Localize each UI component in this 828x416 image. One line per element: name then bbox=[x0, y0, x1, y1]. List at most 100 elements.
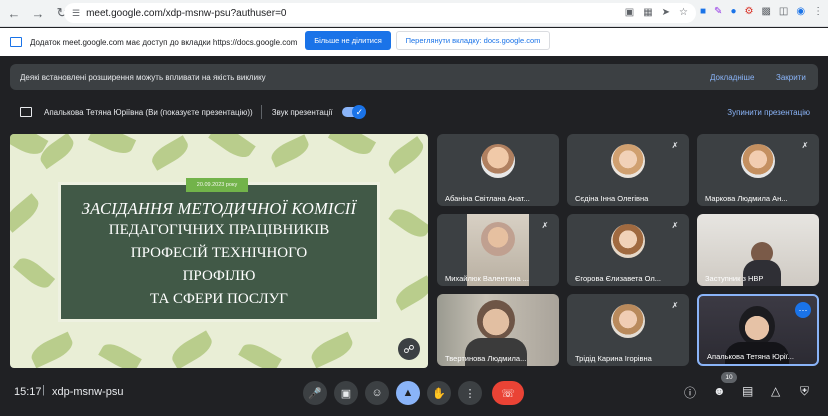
emoji-icon[interactable]: ☺ bbox=[365, 381, 389, 405]
extension-circle-icon[interactable]: ● bbox=[730, 6, 736, 17]
infobar-message: Додаток meet.google.com має доступ до вк… bbox=[30, 37, 298, 47]
participant-video bbox=[477, 300, 515, 340]
participant-tile[interactable]: Твертинова Людмила... bbox=[437, 294, 559, 366]
participant-tile-self[interactable]: ⋯ Апалькова Тетяна Юрії... bbox=[697, 294, 819, 366]
presentation-bar: Апалькова Тетяна Юріївна (Ви (показуєте … bbox=[10, 99, 818, 125]
participant-photo bbox=[481, 144, 515, 178]
slide-line: ТА СФЕРИ ПОСЛУГ bbox=[150, 291, 288, 307]
host-controls-icon[interactable]: ⛨ bbox=[800, 384, 809, 399]
meeting-time: 15:17 bbox=[14, 386, 42, 398]
leaf-decoration bbox=[87, 134, 137, 159]
presenter-label: Апалькова Тетяна Юріївна (Ви (показуєте … bbox=[44, 107, 253, 117]
slide-title-panel: ЗАСІДАННЯ МЕТОДИЧНОЇ КОМІСІЇ ПЕДАГОГІЧНИ… bbox=[58, 182, 380, 322]
close-warning-link[interactable]: Закрити bbox=[776, 73, 806, 82]
leaf-decoration bbox=[12, 253, 56, 293]
participant-name: Трідід Карина Ігорівна bbox=[575, 354, 652, 363]
participant-photo bbox=[611, 304, 645, 338]
participant-name: Михайлюк Валентина ... bbox=[445, 274, 529, 283]
stop-presenting-link[interactable]: Зупинити презентацію bbox=[727, 108, 810, 117]
participant-photo bbox=[481, 222, 515, 256]
participant-tile[interactable]: Абаніна Світлана Анат... bbox=[437, 134, 559, 206]
leaf-decoration bbox=[98, 339, 142, 368]
slide-line: ПРОФІЛЮ bbox=[182, 268, 256, 284]
mic-off-icon: ✗ bbox=[801, 140, 809, 150]
camera-indicator-icon[interactable]: ▣ bbox=[625, 7, 634, 18]
presentation-slide: ЗАСІДАННЯ МЕТОДИЧНОЇ КОМІСІЇ ПЕДАГОГІЧНИ… bbox=[10, 134, 428, 368]
meeting-info-icon[interactable]: ⓘ bbox=[684, 384, 696, 401]
back-icon[interactable]: ← bbox=[4, 3, 24, 23]
forward-icon[interactable]: → bbox=[28, 3, 48, 23]
slide-line: ПРОФЕСІЙ ТЕХНІЧНОГО bbox=[130, 245, 308, 261]
participant-tile[interactable]: ✗ Михайлюк Валентина ... bbox=[437, 214, 559, 286]
participant-name: Абаніна Світлана Анат... bbox=[445, 194, 530, 203]
microphone-icon[interactable]: 🎤 bbox=[303, 381, 327, 405]
slide-line: ПЕДАГОГІЧНИХ ПРАЦІВНИКІВ bbox=[108, 222, 330, 238]
leaf-decoration bbox=[388, 204, 428, 242]
extension-icon[interactable]: ■ bbox=[700, 6, 706, 17]
participant-name: Апалькова Тетяна Юрії... bbox=[707, 352, 794, 361]
participant-name: Заступник з НВР bbox=[705, 274, 764, 283]
screen-share-icon bbox=[10, 37, 22, 47]
leaf-decoration bbox=[384, 136, 428, 174]
chat-icon[interactable]: ▤ bbox=[742, 384, 753, 398]
extension-gear-icon[interactable]: ⚙ bbox=[744, 6, 753, 17]
meeting-controls: 15:17 | xdp-msnw-psu 🎤 ▣ ☺ ▲ ✋ ⋮ ☏ ⓘ ☻ ▤… bbox=[0, 370, 828, 416]
leaf-decoration bbox=[392, 275, 428, 311]
end-call-icon[interactable]: ☏ bbox=[492, 381, 524, 405]
camera-icon[interactable]: ▣ bbox=[334, 381, 358, 405]
presentation-sound-toggle[interactable]: ✓ bbox=[342, 105, 367, 119]
participant-name: Сєдіна Інна Олегівна bbox=[575, 194, 649, 203]
browser-toolbar: ← → ↻ ☰ meet.google.com/xdp-msnw-psu?aut… bbox=[0, 0, 828, 27]
sidepanel-icon[interactable]: ◫ bbox=[779, 6, 788, 17]
warning-message: Деякі встановлені розширення можуть впли… bbox=[20, 72, 266, 82]
address-bar[interactable]: ☰ meet.google.com/xdp-msnw-psu?authuser=… bbox=[64, 3, 696, 23]
view-tab-button[interactable]: Переглянути вкладку: docs.google.com bbox=[396, 31, 550, 50]
present-screen-icon[interactable]: ▲ bbox=[396, 381, 420, 405]
divider bbox=[260, 105, 262, 119]
participant-tile[interactable]: ✗ Трідід Карина Ігорівна bbox=[567, 294, 689, 366]
share-icon[interactable]: ☍ bbox=[398, 338, 420, 360]
people-icon[interactable]: ☻ bbox=[713, 384, 726, 398]
extension-puzzle-icon[interactable]: ▩ bbox=[761, 6, 770, 17]
leaf-decoration bbox=[148, 135, 192, 171]
leaf-decoration bbox=[10, 193, 44, 233]
slide-title: ЗАСІДАННЯ МЕТОДИЧНОЇ КОМІСІЇ bbox=[81, 199, 357, 218]
participant-tile[interactable]: ✗ Єгорова Єлизавета Ол... bbox=[567, 214, 689, 286]
separator: | bbox=[42, 384, 45, 396]
stop-sharing-button[interactable]: Більше не ділитися bbox=[305, 31, 391, 50]
more-options-icon[interactable]: ⋮ bbox=[458, 381, 482, 405]
leaf-decoration bbox=[27, 331, 77, 368]
slide-date: 20.09.2023 року bbox=[186, 178, 248, 192]
leaf-decoration bbox=[307, 331, 357, 368]
participant-photo bbox=[611, 144, 645, 178]
leaf-decoration bbox=[208, 134, 256, 163]
participant-name: Єгорова Єлизавета Ол... bbox=[575, 274, 662, 283]
participant-name: Твертинова Людмила... bbox=[445, 354, 527, 363]
translate-icon[interactable]: ▦ bbox=[643, 7, 652, 18]
raise-hand-icon[interactable]: ✋ bbox=[427, 381, 451, 405]
people-count-badge: 10 bbox=[721, 372, 737, 383]
participant-tile[interactable]: ✗ Маркова Людмила Ан... bbox=[697, 134, 819, 206]
leaf-decoration bbox=[327, 134, 377, 160]
leaf-decoration bbox=[167, 330, 217, 368]
bookmark-star-icon[interactable]: ☆ bbox=[679, 7, 688, 18]
menu-kebab-icon[interactable]: ⋮ bbox=[813, 6, 823, 17]
more-options-icon[interactable]: ⋯ bbox=[795, 302, 811, 318]
extension-pen-icon[interactable]: ✎ bbox=[714, 6, 722, 17]
share-page-icon[interactable]: ➤ bbox=[662, 7, 670, 18]
mic-off-icon: ✗ bbox=[671, 140, 679, 150]
participant-tile[interactable]: Заступник з НВР bbox=[697, 214, 819, 286]
activities-icon[interactable]: △ bbox=[771, 384, 780, 398]
participant-name: Маркова Людмила Ан... bbox=[705, 194, 788, 203]
mic-off-icon: ✗ bbox=[541, 220, 549, 230]
leaf-decoration bbox=[238, 339, 282, 368]
details-link[interactable]: Докладніше bbox=[710, 73, 754, 82]
participant-tile[interactable]: ✗ Сєдіна Інна Олегівна bbox=[567, 134, 689, 206]
mic-off-icon: ✗ bbox=[671, 300, 679, 310]
mic-off-icon: ✗ bbox=[671, 220, 679, 230]
leaf-decoration bbox=[268, 134, 312, 168]
site-info-icon[interactable]: ☰ bbox=[72, 8, 80, 19]
participant-photo bbox=[611, 224, 645, 258]
participant-video bbox=[739, 306, 775, 346]
profile-avatar-icon[interactable]: ◉ bbox=[796, 6, 805, 17]
